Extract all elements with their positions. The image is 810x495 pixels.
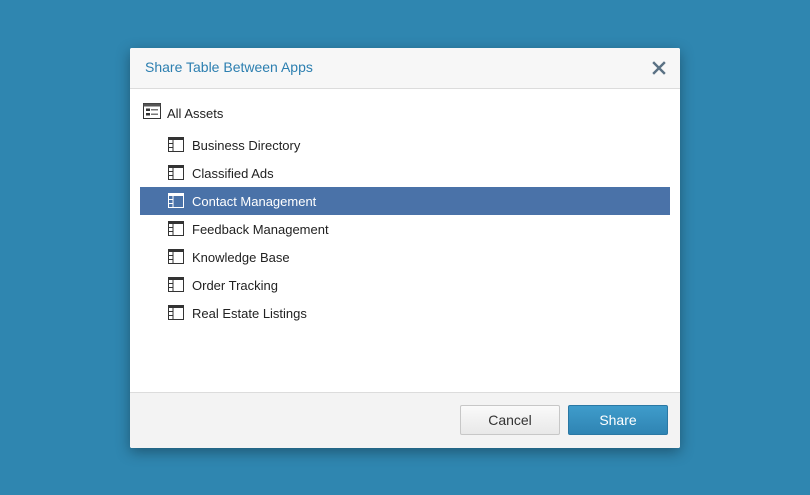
tree-item-label: Feedback Management xyxy=(192,221,329,237)
table-icon xyxy=(168,165,185,181)
cancel-button[interactable]: Cancel xyxy=(460,405,560,435)
tree-item[interactable]: Knowledge Base xyxy=(140,243,670,271)
tree-item-label: Real Estate Listings xyxy=(192,305,307,321)
share-button[interactable]: Share xyxy=(568,405,668,435)
tree-item[interactable]: Feedback Management xyxy=(140,215,670,243)
tree-item-label: Order Tracking xyxy=(192,277,278,293)
table-icon xyxy=(168,193,185,209)
table-icon xyxy=(168,277,185,293)
table-icon xyxy=(168,305,185,321)
asset-tree: All Assets Business Directory Classified … xyxy=(130,89,680,392)
table-icon xyxy=(168,221,185,237)
dialog-title: Share Table Between Apps xyxy=(145,59,313,75)
tree-item-label: Contact Management xyxy=(192,193,317,209)
tree-item[interactable]: Real Estate Listings xyxy=(140,299,670,327)
dialog-header: Share Table Between Apps xyxy=(130,48,680,89)
tree-item[interactable]: Contact Management xyxy=(140,187,670,215)
tree-item-label: Knowledge Base xyxy=(192,249,290,265)
share-table-dialog: Share Table Between Apps All Assets Busi… xyxy=(130,48,680,448)
dialog-footer: Cancel Share xyxy=(130,392,680,448)
folder-tree-icon xyxy=(143,102,161,124)
close-icon[interactable] xyxy=(650,59,668,77)
tree-item-label: Classified Ads xyxy=(192,165,274,181)
table-icon xyxy=(168,249,185,265)
table-icon xyxy=(168,137,185,153)
tree-item[interactable]: Classified Ads xyxy=(140,159,670,187)
tree-item-label: Business Directory xyxy=(192,137,301,153)
tree-item[interactable]: Order Tracking xyxy=(140,271,670,299)
tree-item[interactable]: Business Directory xyxy=(140,131,670,159)
tree-root-label: All Assets xyxy=(167,105,224,121)
tree-root-all-assets[interactable]: All Assets xyxy=(143,102,224,124)
